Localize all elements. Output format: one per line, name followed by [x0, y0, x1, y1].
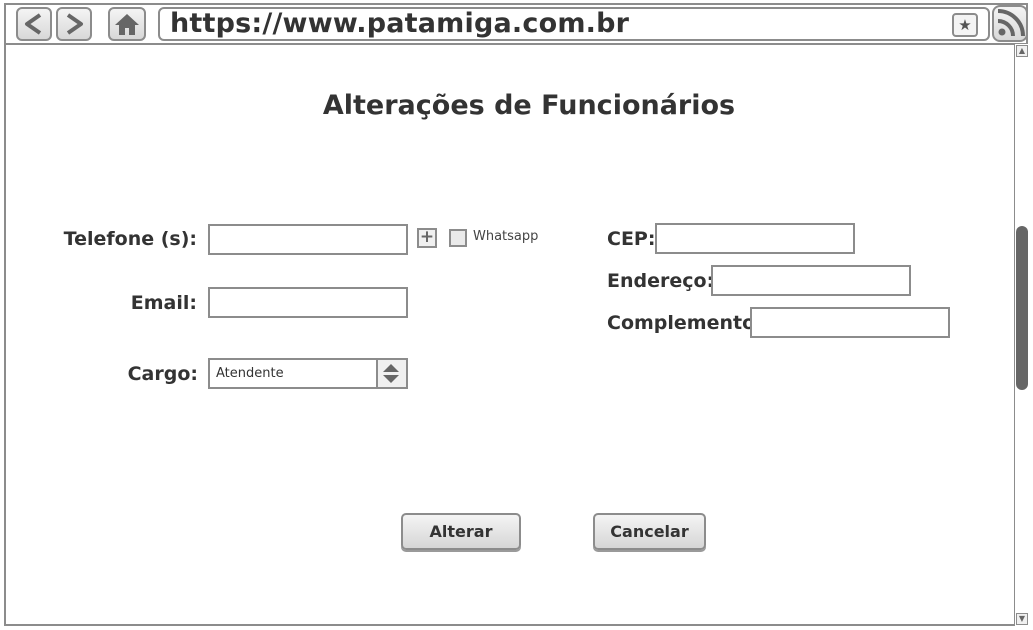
endereco-input[interactable] — [713, 267, 909, 294]
cargo-label: Cargo: — [127, 363, 198, 385]
address-bar[interactable]: https://www.patamiga.com.br ★ — [158, 7, 990, 41]
bookmark-button[interactable]: ★ — [952, 13, 978, 37]
url-text: https://www.patamiga.com.br — [170, 8, 630, 39]
rss-icon — [997, 9, 1025, 37]
browser-toolbar: https://www.patamiga.com.br ★ — [6, 5, 1028, 45]
add-phone-button[interactable]: + — [417, 228, 437, 248]
email-label: Email: — [130, 292, 197, 314]
cargo-selected-value: Atendente — [216, 366, 284, 381]
cep-input[interactable] — [657, 225, 853, 252]
endereco-field[interactable] — [711, 265, 911, 296]
telefone-label: Telefone (s): — [63, 228, 197, 250]
cancelar-button[interactable]: Cancelar — [593, 513, 706, 550]
complemento-label: Complemento — [607, 312, 756, 334]
star-icon: ★ — [958, 16, 972, 34]
scroll-up-arrow[interactable]: ▲ — [1016, 45, 1028, 57]
cep-label: CEP: — [607, 228, 656, 250]
home-button[interactable] — [108, 7, 146, 41]
page-title: Alterações de Funcionários — [322, 90, 736, 121]
email-input[interactable] — [210, 289, 406, 316]
cep-field[interactable] — [655, 223, 855, 254]
scroll-thumb[interactable] — [1016, 226, 1028, 390]
rss-button[interactable] — [992, 5, 1028, 42]
endereco-label: Endereço: — [607, 270, 715, 292]
complemento-field[interactable] — [750, 307, 950, 338]
telefone-input[interactable] — [210, 226, 406, 253]
chevron-right-icon — [66, 13, 83, 35]
email-field[interactable] — [208, 287, 408, 318]
updown-arrows-icon — [383, 364, 399, 383]
whatsapp-checkbox[interactable] — [449, 229, 467, 247]
cargo-select[interactable]: Atendente — [208, 358, 408, 389]
scroll-down-arrow[interactable]: ▼ — [1016, 613, 1028, 625]
back-button[interactable] — [16, 7, 52, 41]
select-stepper-button[interactable] — [376, 360, 406, 387]
complemento-input[interactable] — [752, 309, 948, 336]
telefone-field[interactable] — [208, 224, 408, 255]
vertical-scrollbar[interactable]: ▲ ▼ — [1014, 44, 1028, 626]
forward-button[interactable] — [56, 7, 92, 41]
home-icon — [115, 14, 139, 35]
alterar-button[interactable]: Alterar — [401, 513, 521, 550]
plus-icon: + — [419, 227, 435, 247]
chevron-left-icon — [25, 13, 42, 35]
whatsapp-label: Whatsapp — [473, 229, 539, 244]
